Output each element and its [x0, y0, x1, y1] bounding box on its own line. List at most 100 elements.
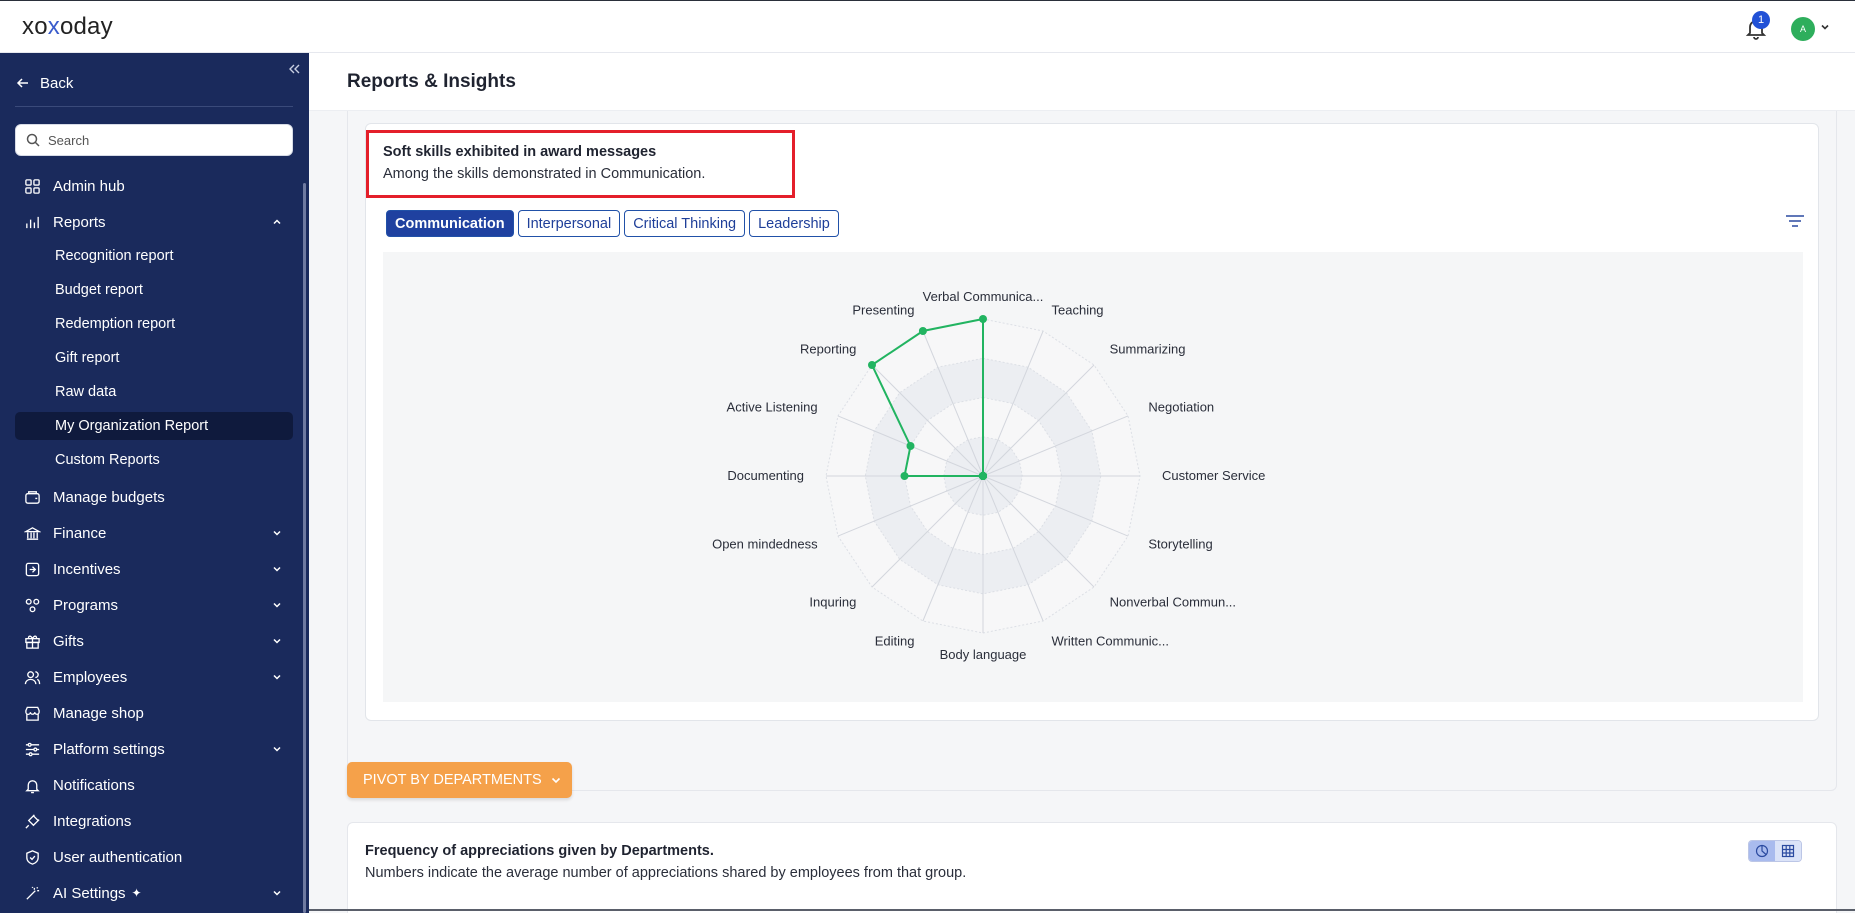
sidebar-item-my-organization-report[interactable]: My Organization Report [15, 412, 293, 440]
tab-leadership[interactable]: Leadership [749, 210, 839, 237]
sidebar-item-admin-hub[interactable]: Admin hub [15, 171, 293, 201]
page-header: Reports & Insights [309, 53, 1855, 111]
sidebar-item-budget-report[interactable]: Budget report [15, 276, 293, 304]
sidebar-item-incentives[interactable]: Incentives [15, 554, 293, 584]
radar-axis-label: Editing [875, 633, 915, 648]
sparkle-icon: ✦ [131, 886, 142, 900]
avatar[interactable]: A [1791, 17, 1815, 41]
radar-data-point [900, 472, 909, 480]
arrow-left-icon [16, 78, 28, 88]
radar-axis-label: Written Communic... [1052, 633, 1170, 648]
top-bar: xoxoday 1 A [0, 0, 1855, 53]
sidebar-item-recognition-report[interactable]: Recognition report [15, 242, 293, 270]
skills-card: Soft skills exhibited in award messages … [365, 123, 1819, 721]
bell-icon [23, 776, 41, 794]
sidebar-item-gifts[interactable]: Gifts [15, 626, 293, 656]
tab-critical-thinking[interactable]: Critical Thinking [624, 210, 746, 237]
filter-icon[interactable] [1784, 212, 1806, 230]
sidebar-item-label: My Organization Report [55, 418, 209, 434]
tab-interpersonal[interactable]: Interpersonal [517, 210, 621, 237]
sidebar-item-user-authentication[interactable]: User authentication [15, 842, 293, 872]
radar-axis-label: Reporting [800, 341, 856, 356]
table-view-button[interactable] [1775, 841, 1801, 861]
chart-view-button[interactable] [1749, 841, 1775, 861]
bar-chart-icon [23, 213, 41, 231]
shield-icon [23, 848, 41, 866]
sidebar-item-label: Gifts [53, 632, 84, 650]
chevron-down-icon [551, 777, 560, 784]
sidebar-item-label: Manage budgets [53, 488, 165, 506]
chevron-down-icon [273, 746, 281, 752]
pivot-by-departments-button[interactable]: PIVOT BY DEPARTMENTS [347, 762, 572, 798]
search-box[interactable] [15, 124, 293, 156]
search-input[interactable] [48, 132, 268, 148]
sidebar-item-finance[interactable]: Finance [15, 518, 293, 548]
radar-axis-label: Active Listening [727, 400, 818, 415]
sidebar-item-label: Redemption report [55, 316, 176, 332]
sidebar-item-label: User authentication [53, 848, 183, 866]
radar-axis-label: Documenting [727, 468, 804, 483]
radar-axis-label: Presenting [852, 303, 914, 318]
chevron-down-icon [273, 602, 281, 608]
chevron-down-icon [273, 890, 281, 896]
notification-badge: 1 [1752, 11, 1770, 29]
sidebar-item-label: Reports [53, 213, 106, 231]
frequency-card: Frequency of appreciations given by Depa… [347, 822, 1837, 913]
radar-data-point [918, 327, 927, 335]
sidebar-item-label: Programs [53, 596, 119, 614]
sidebar-item-manage-shop[interactable]: Manage shop [15, 698, 293, 728]
tab-communication[interactable]: Communication [386, 210, 514, 237]
sidebar-item-gift-report[interactable]: Gift report [15, 344, 293, 372]
programs-icon [23, 596, 41, 614]
sidebar-item-platform-settings[interactable]: Platform settings [15, 734, 293, 764]
sidebar-item-label: Integrations [53, 812, 132, 830]
page-title: Reports & Insights [347, 71, 516, 92]
sidebar-item-label: Incentives [53, 560, 121, 578]
sidebar-item-notifications[interactable]: Notifications [15, 770, 293, 800]
users-icon [23, 668, 41, 686]
radar-chart-svg: Verbal Communica... Teaching Summarizing Ne… [712, 289, 1265, 662]
radar-axis-label: Open mindedness [712, 537, 818, 552]
sidebar-item-label: Platform settings [53, 740, 165, 758]
sidebar-item-programs[interactable]: Programs [15, 590, 293, 620]
chevron-down-icon [273, 638, 281, 644]
radar-data-point [906, 442, 915, 450]
sidebar-scrollbar[interactable] [303, 183, 306, 913]
chevron-down-icon[interactable] [1819, 21, 1831, 33]
card-subtitle: Numbers indicate the average number of a… [365, 865, 967, 881]
pivot-label: PIVOT BY DEPARTMENTS [363, 772, 542, 788]
main-content: Reports & Insights Soft skills exhibited… [309, 53, 1855, 913]
sidebar-item-custom-reports[interactable]: Custom Reports [15, 446, 293, 474]
sidebar-item-employees[interactable]: Employees [15, 662, 293, 692]
gift-icon [23, 632, 41, 650]
card-subtitle: Among the skills demonstrated in Communi… [383, 166, 706, 182]
magic-wand-icon [23, 884, 41, 902]
chevron-down-icon [273, 530, 281, 536]
xoxoday-logo[interactable]: xoxoday [22, 13, 113, 41]
radar-axis-label: Customer Service [1162, 468, 1265, 483]
sidebar: Back Admin hub Reports Recognition repor… [0, 53, 309, 913]
divider [15, 106, 293, 107]
incentives-icon [23, 560, 41, 578]
sidebar-item-label: Manage shop [53, 704, 144, 722]
radar-axis-label: Summarizing [1110, 341, 1186, 356]
back-button[interactable]: Back [16, 71, 73, 95]
sidebar-item-label: Gift report [55, 350, 120, 366]
sidebar-item-ai-settings[interactable]: AI Settings ✦ [15, 878, 293, 908]
sidebar-item-integrations[interactable]: Integrations [15, 806, 293, 836]
radar-axis-label: Nonverbal Commun... [1110, 595, 1236, 610]
search-icon [26, 133, 40, 147]
sidebar-item-raw-data[interactable]: Raw data [15, 378, 293, 406]
back-label: Back [40, 74, 74, 92]
chevron-down-icon [273, 566, 281, 572]
pie-chart-icon [1755, 844, 1769, 858]
sidebar-item-redemption-report[interactable]: Redemption report [15, 310, 293, 338]
sidebar-item-manage-budgets[interactable]: Manage budgets [15, 482, 293, 512]
table-icon [1781, 844, 1795, 858]
sidebar-item-label: Raw data [55, 384, 117, 400]
collapse-sidebar-icon[interactable] [286, 61, 302, 77]
sidebar-item-reports[interactable]: Reports [15, 207, 293, 237]
budget-icon [23, 488, 41, 506]
radar-axis-label: Negotiation [1148, 400, 1214, 415]
sidebar-item-label: Custom Reports [55, 452, 160, 468]
